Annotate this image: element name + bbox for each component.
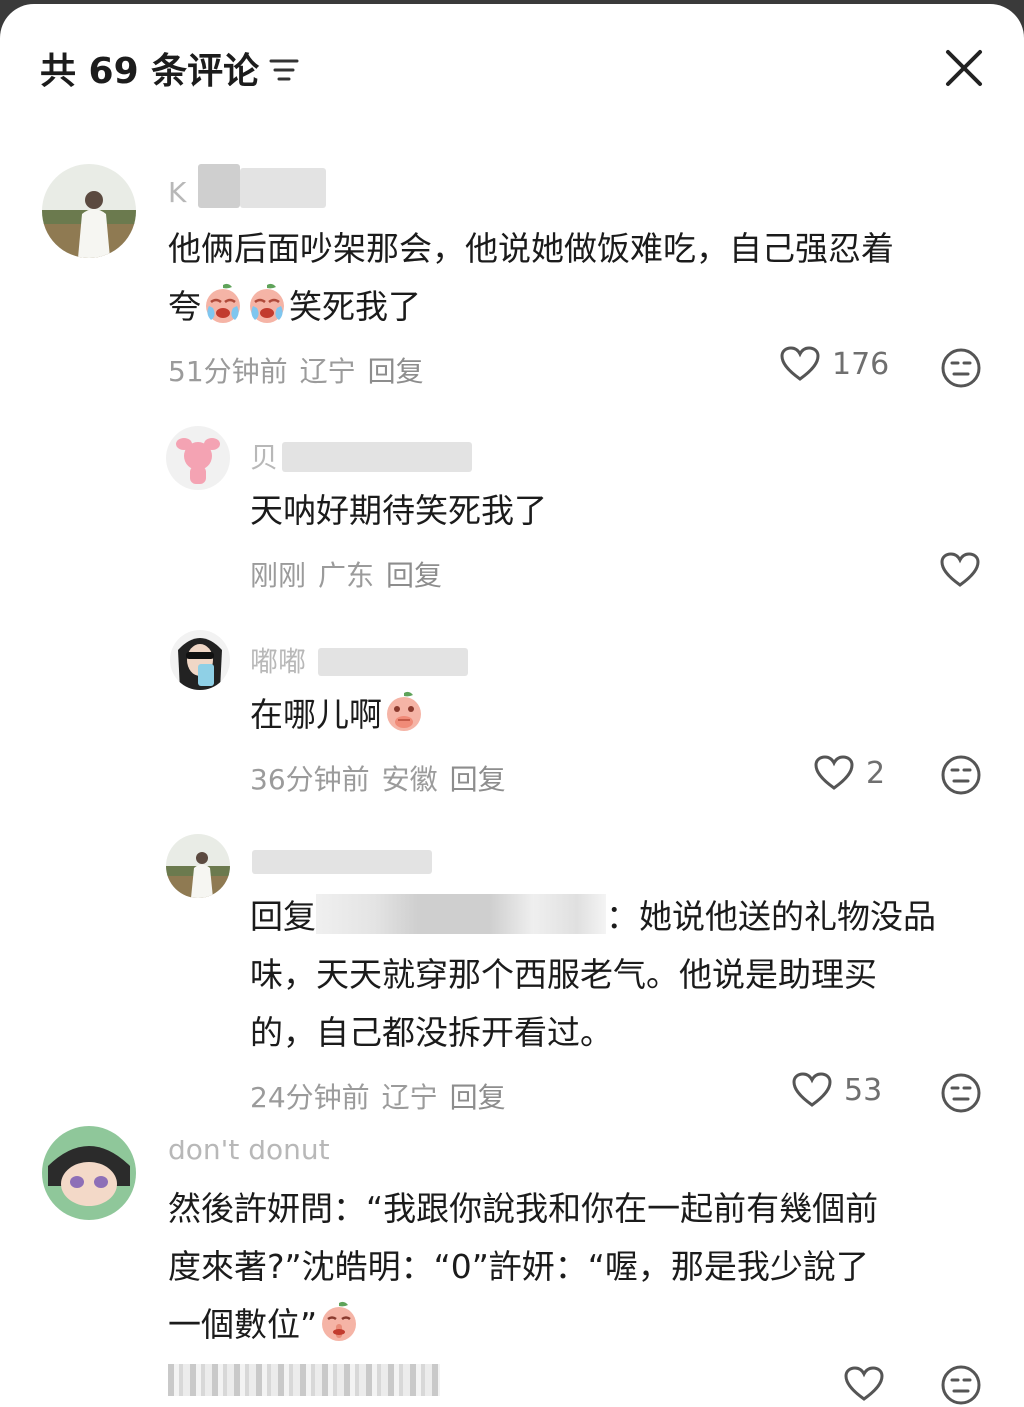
reply-location: 广东 [318, 559, 375, 592]
reply-time: 24分钟前 [250, 1081, 370, 1114]
blurred-meta [168, 1364, 440, 1396]
like-count: 53 [844, 1072, 883, 1108]
reply-text: 回复 ：她说他送的礼物没品 味，天天就穿那个西服老气。他说是助理买 的，自己都没拆… [250, 888, 936, 1062]
comments-sheet: 共 69 条评论 K 他俩后面吵架那会，他说她做饭难吃，自己强忍着 夸笑死我了 … [0, 4, 1024, 1407]
crying-laughing-emoji-icon [250, 283, 284, 323]
like-button[interactable]: 2 [814, 755, 885, 791]
like-button[interactable] [844, 1366, 896, 1402]
comment-text: 然後許妍問：“我跟你說我和你在一起前有幾個前 度來著?”沈皓明：“0”許妍：“喔… [168, 1180, 878, 1354]
comment-location: 辽宁 [299, 355, 356, 388]
reply-button[interactable]: 回复 [368, 350, 424, 390]
reply-meta: 36分钟前 安徽 回复 [250, 758, 506, 798]
comment-meta: 51分钟前 辽宁 回复 [168, 350, 424, 390]
like-button[interactable]: 53 [792, 1072, 882, 1108]
reply-text-line: 味，天天就穿那个西服老气。他说是助理买 [250, 955, 877, 994]
reply-button[interactable]: 回复 [450, 758, 506, 798]
heart-icon [940, 552, 980, 587]
comment-text-line: 一個數位” [168, 1296, 878, 1354]
close-icon[interactable] [940, 44, 988, 92]
username[interactable]: 贝 [250, 436, 278, 476]
reply-text-line: 的，自己都没拆开看过。 [250, 1013, 613, 1052]
crying-laughing-emoji-icon [206, 283, 240, 323]
comment-count-label: 共 69 条评论 [40, 51, 260, 92]
reply-button[interactable]: 回复 [450, 1076, 506, 1116]
comment-text-line: 度來著?”沈皓明：“0”許妍：“喔，那是我少說了 [168, 1247, 869, 1286]
username[interactable]: 嘟嘟 [250, 640, 306, 680]
shush-emoji-icon [322, 1301, 357, 1341]
reply-meta: 24分钟前 辽宁 回复 [250, 1076, 506, 1116]
reply-text: 天呐好期待笑死我了 [250, 491, 547, 530]
blurred-username [282, 442, 472, 472]
reply-text-fragment: 在哪儿啊 [250, 695, 382, 734]
heart-icon [844, 1366, 884, 1401]
filter-lines-icon[interactable] [269, 57, 299, 83]
reply-time: 刚刚 [250, 559, 307, 592]
comment-text: 他俩后面吵架那会，他说她做饭难吃，自己强忍着 夸 笑死我了 [168, 220, 894, 336]
avatar[interactable] [166, 834, 230, 898]
heart-icon [780, 346, 820, 381]
reply-button[interactable]: 回复 [386, 554, 442, 594]
avatar[interactable] [166, 426, 230, 490]
reply-text: 在哪儿啊 [250, 686, 426, 744]
dislike-face-icon[interactable] [940, 1364, 982, 1406]
comment-count-title[interactable]: 共 69 条评论 [40, 42, 299, 94]
reply-prefix: 回复 [250, 897, 316, 936]
reply-text-line: 回复 ：她说他送的礼物没品 [250, 888, 936, 946]
reply-meta: 刚刚 广东 回复 [250, 554, 442, 594]
blurred-username [198, 164, 240, 208]
reply-time: 36分钟前 [250, 763, 370, 796]
avatar[interactable] [42, 1126, 136, 1220]
dislike-face-icon[interactable] [940, 347, 982, 389]
username[interactable]: K [168, 176, 186, 209]
like-count: 2 [866, 755, 886, 791]
dislike-face-icon[interactable] [940, 1072, 982, 1114]
reply-text-fragment: ：她说他送的礼物没品 [606, 897, 936, 936]
comment-text-fragment: 夸 [168, 287, 201, 326]
comment-text-fragment: 笑死我了 [289, 287, 421, 326]
heart-icon [792, 1072, 832, 1107]
comment-text-line: 他俩后面吵架那会，他说她做饭难吃，自己强忍着 [168, 229, 894, 268]
heart-icon [814, 755, 854, 790]
avatar[interactable] [170, 630, 230, 690]
comment-text-fragment: 一個數位” [168, 1305, 318, 1344]
like-button[interactable] [940, 552, 992, 588]
blurred-username [318, 648, 468, 676]
blurred-mention [316, 894, 606, 934]
comment-text-line: 然後許妍問：“我跟你說我和你在一起前有幾個前 [168, 1189, 879, 1228]
comment-text-line: 夸 笑死我了 [168, 278, 894, 336]
like-button[interactable]: 176 [780, 346, 889, 382]
dislike-face-icon[interactable] [940, 754, 982, 796]
username[interactable]: don't donut [168, 1140, 330, 1166]
avatar[interactable] [42, 164, 136, 258]
reply-location: 安徽 [381, 763, 438, 796]
comment-time: 51分钟前 [168, 355, 288, 388]
blurred-username [252, 850, 432, 874]
blurred-username [240, 168, 326, 208]
reply-location: 辽宁 [381, 1081, 438, 1114]
hand-over-mouth-emoji-icon [387, 691, 421, 731]
like-count: 176 [832, 346, 890, 382]
